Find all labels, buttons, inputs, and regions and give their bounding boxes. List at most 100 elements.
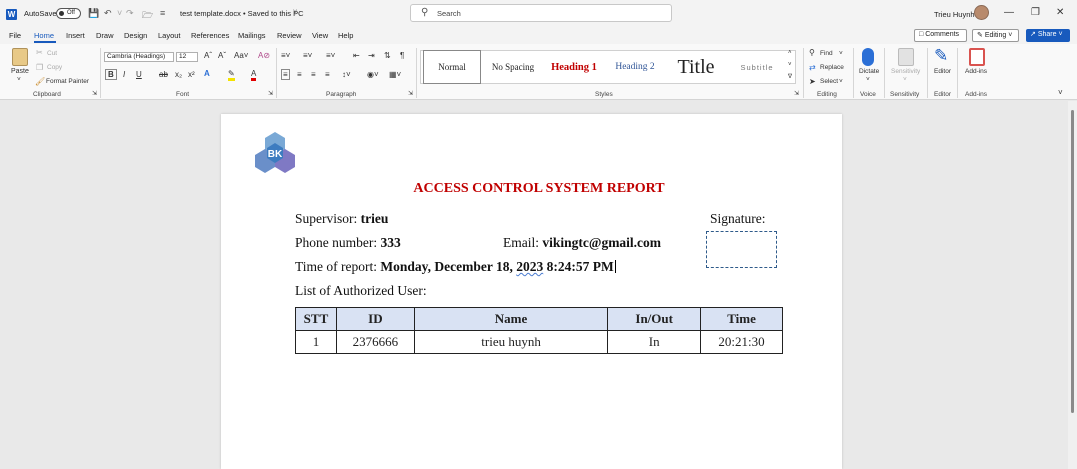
tab-draw[interactable]: Draw [96, 31, 114, 40]
minimize-icon[interactable]: — [1004, 7, 1014, 18]
tab-mailings[interactable]: Mailings [238, 31, 266, 40]
tab-view[interactable]: View [312, 31, 328, 40]
text-effects-icon[interactable]: A [204, 69, 210, 78]
underline-icon[interactable]: U [136, 70, 142, 79]
numbering-icon[interactable]: ≡˅ [303, 51, 312, 60]
decrease-indent-icon[interactable]: ⇤ [353, 51, 360, 60]
sensitivity-button[interactable]: Sensitivity [891, 68, 920, 75]
paragraph-dialog-launcher-icon[interactable]: ⇲ [408, 90, 413, 97]
tab-file[interactable]: File [9, 31, 21, 40]
copy-icon[interactable]: ❐ [36, 63, 43, 72]
grow-font-icon[interactable]: Aˆ [204, 51, 212, 60]
add-ins-button[interactable]: Add-ins [965, 68, 987, 75]
shading-icon[interactable]: ◉˅ [367, 70, 379, 79]
scrollbar-thumb[interactable] [1071, 110, 1074, 413]
autosave-toggle[interactable]: Off [56, 8, 81, 19]
chevron-down-icon[interactable]: ˅ [293, 9, 297, 16]
undo-icon[interactable]: ↶ [104, 8, 112, 19]
cut-button[interactable]: Cut [47, 50, 57, 57]
editor-button[interactable]: Editor [934, 68, 951, 75]
clipboard-dialog-launcher-icon[interactable]: ⇲ [92, 90, 97, 97]
style-normal[interactable]: Normal [423, 50, 481, 84]
style-heading-1[interactable]: Heading 1 [545, 50, 603, 84]
align-left-icon[interactable]: ≡ [281, 69, 290, 80]
italic-icon[interactable]: I [123, 70, 125, 79]
format-painter-icon[interactable]: 🖌 [35, 77, 45, 86]
paste-button-label[interactable]: Paste [11, 68, 29, 75]
select-dropdown-icon[interactable]: ˅ [839, 78, 843, 85]
sensitivity-icon[interactable] [898, 48, 914, 66]
paste-icon[interactable] [12, 48, 28, 66]
style-no-spacing[interactable]: No Spacing [484, 50, 542, 84]
styles-scroll-down-icon[interactable]: ˅ [788, 62, 792, 68]
font-size-select[interactable]: 12 [176, 52, 198, 62]
clear-formatting-icon[interactable]: A⊘ [258, 51, 270, 60]
justify-icon[interactable]: ≡ [325, 70, 330, 79]
strikethrough-icon[interactable]: ab [159, 70, 168, 79]
shrink-font-icon[interactable]: Aˇ [218, 51, 226, 60]
search-input[interactable]: ⚲ Search [410, 4, 672, 22]
copy-button[interactable]: Copy [47, 64, 62, 71]
change-case-icon[interactable]: Aa˅ [234, 51, 248, 60]
editor-pen-icon[interactable]: ✎ [934, 46, 948, 66]
replace-button[interactable]: Replace [820, 64, 844, 71]
collapse-ribbon-icon[interactable]: ˅ [1058, 88, 1063, 97]
tab-references[interactable]: References [191, 31, 229, 40]
undo-dropdown-icon[interactable]: ˅ [117, 8, 122, 18]
find-dropdown-icon[interactable]: ˅ [839, 50, 843, 57]
subscript-icon[interactable]: x₂ [175, 70, 182, 79]
tab-layout[interactable]: Layout [158, 31, 181, 40]
select-button[interactable]: Select [820, 78, 838, 85]
dictate-button[interactable]: Dictate [859, 68, 879, 75]
increase-indent-icon[interactable]: ⇥ [368, 51, 375, 60]
font-dialog-launcher-icon[interactable]: ⇲ [268, 90, 273, 97]
cut-icon[interactable]: ✂ [36, 48, 43, 57]
sort-icon[interactable]: ⇅ [384, 51, 391, 60]
avatar[interactable] [974, 5, 989, 20]
share-button[interactable]: ↗ Share ˅ [1026, 29, 1070, 42]
font-family-select[interactable]: Cambria (Headings) [104, 52, 174, 62]
sensitivity-dropdown-icon[interactable]: ˅ [903, 76, 907, 83]
find-icon[interactable]: ⚲ [809, 48, 815, 57]
style-heading-2[interactable]: Heading 2 [606, 50, 664, 84]
tab-help[interactable]: Help [338, 31, 353, 40]
tab-home[interactable]: Home [34, 31, 54, 40]
restore-icon[interactable]: ❐ [1031, 7, 1040, 18]
redo-icon[interactable]: ↷ [126, 8, 134, 19]
save-icon[interactable]: 💾 [88, 8, 99, 19]
add-ins-icon[interactable] [969, 48, 985, 66]
align-center-icon[interactable]: ≡ [297, 70, 302, 79]
superscript-icon[interactable]: x² [188, 70, 195, 79]
customize-toolbar-icon[interactable]: ≡ [160, 8, 165, 18]
tab-insert[interactable]: Insert [66, 31, 85, 40]
style-subtitle[interactable]: Subtitle [728, 50, 786, 84]
replace-icon[interactable]: ⇄ [809, 63, 816, 72]
format-painter-button[interactable]: Format Painter [46, 78, 89, 85]
select-icon[interactable]: ➤ [809, 77, 816, 86]
font-color-icon[interactable]: A [251, 69, 257, 81]
style-title[interactable]: Title [667, 50, 725, 84]
align-right-icon[interactable]: ≡ [311, 70, 316, 79]
paste-dropdown-icon[interactable]: ˅ [17, 76, 21, 83]
bold-icon[interactable]: B [105, 69, 117, 80]
open-folder-icon[interactable]: 🗁 [142, 8, 153, 24]
close-icon[interactable]: ✕ [1056, 7, 1064, 18]
microphone-icon[interactable] [862, 48, 874, 66]
styles-dialog-launcher-icon[interactable]: ⇲ [794, 90, 799, 97]
line-spacing-icon[interactable]: ↕˅ [342, 70, 351, 79]
styles-scroll-up-icon[interactable]: ˄ [788, 50, 792, 56]
show-formatting-icon[interactable]: ¶ [400, 51, 404, 60]
document-title[interactable]: test template.docx • Saved to this PC [180, 9, 304, 18]
find-button[interactable]: Find [820, 50, 833, 57]
tab-review[interactable]: Review [277, 31, 302, 40]
tab-design[interactable]: Design [124, 31, 147, 40]
editing-mode-button[interactable]: ✎ Editing ˅ [972, 29, 1019, 42]
user-name[interactable]: Trieu Huynh [934, 10, 975, 19]
signature-box[interactable] [706, 231, 777, 268]
highlight-icon[interactable]: ✎ [228, 69, 235, 81]
styles-more-icon[interactable]: ∇ [788, 73, 792, 80]
comments-button[interactable]: □ Comments [914, 29, 967, 42]
bullets-icon[interactable]: ≡˅ [281, 51, 290, 60]
borders-icon[interactable]: ▦˅ [389, 70, 401, 79]
multilevel-list-icon[interactable]: ≡˅ [326, 51, 335, 60]
